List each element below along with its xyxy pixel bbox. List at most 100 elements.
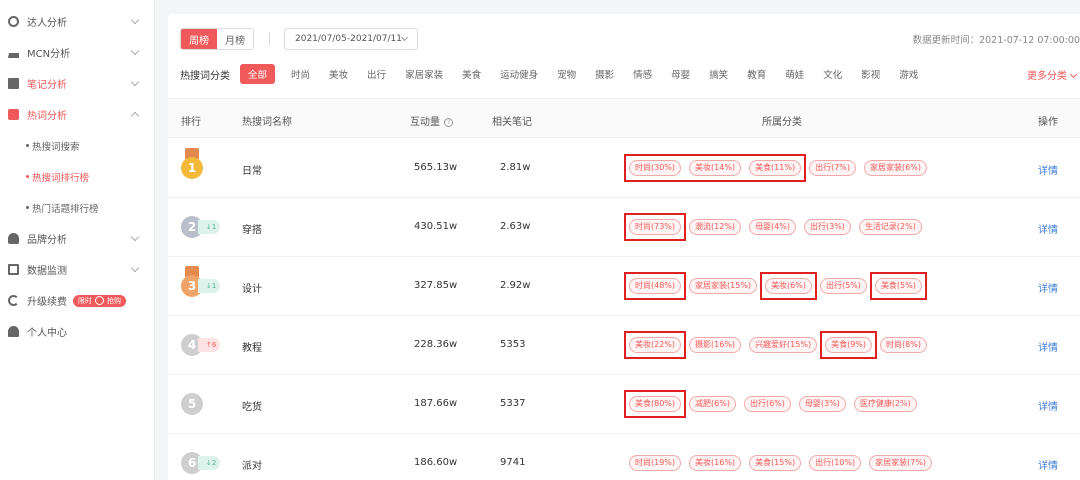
main-panel: 周榜 月榜 2021/07/05-2021/07/11 数据更新时间：2021-… — [168, 14, 1080, 480]
sidebar: 达人分析 MCN分析 笔记分析 热词分析 热搜词搜索 热搜词排行榜 热门话题排行… — [0, 0, 155, 480]
nav-item-upgrade[interactable]: 升级续费 限时 抢购 — [0, 285, 154, 316]
category-filter: 热搜词分类 全部 时尚 美妆 出行 家居家装 美食 运动健身 宠物 摄影 情感 … — [180, 64, 1080, 84]
category-item[interactable]: 出行 — [367, 67, 386, 81]
more-categories-button[interactable]: 更多分类 — [1027, 67, 1078, 82]
detail-link[interactable]: 详情 — [1038, 457, 1058, 472]
nav-label: 品牌分析 — [27, 235, 67, 246]
promo-badge[interactable]: 限时 抢购 — [73, 294, 126, 307]
category-item[interactable]: 影视 — [861, 67, 880, 81]
nav-item-notes[interactable]: 笔记分析 — [0, 68, 154, 99]
divider — [269, 32, 270, 46]
detail-link[interactable]: 详情 — [1038, 162, 1058, 177]
promo-right: 抢购 — [107, 296, 121, 305]
detail-link[interactable]: 详情 — [1038, 339, 1058, 354]
nav-label: 热词分析 — [27, 111, 67, 122]
chevron-down-icon — [130, 46, 140, 56]
filter-bar: 周榜 月榜 2021/07/05-2021/07/11 数据更新时间：2021-… — [180, 28, 1080, 50]
category-tag: 兴趣爱好(15%) — [749, 337, 818, 353]
highlight-box — [624, 331, 687, 359]
hotword-name: 教程 — [242, 343, 262, 354]
detail-link[interactable]: 详情 — [1038, 221, 1058, 236]
sub-item-hotword-ranking[interactable]: 热搜词排行榜 — [0, 161, 154, 192]
category-tag: 家居家装(7%) — [869, 455, 933, 471]
nav-item-hotwords[interactable]: 热词分析 — [0, 99, 154, 130]
rank-change: ↓1 — [198, 279, 221, 293]
category-tag: 时尚(8%) — [880, 337, 927, 353]
detail-link[interactable]: 详情 — [1038, 280, 1058, 295]
date-range-select[interactable]: 2021/07/05-2021/07/11 — [284, 28, 418, 50]
sub-item-label: 热搜词排行榜 — [32, 172, 90, 184]
user-icon — [8, 326, 19, 337]
category-item[interactable]: 游戏 — [899, 67, 918, 81]
category-tag: 出行(10%) — [809, 455, 862, 471]
interaction-count: 565.13w — [414, 162, 458, 173]
nav-item-profile[interactable]: 个人中心 — [0, 316, 154, 347]
category-item[interactable]: 搞笑 — [709, 67, 728, 81]
nav-item-mcn[interactable]: MCN分析 — [0, 37, 154, 68]
category-item[interactable]: 萌娃 — [785, 67, 804, 81]
rank-badge: 1 — [181, 157, 203, 179]
table-header: 排行 热搜词名称 互动量? 相关笔记 所属分类 操作 — [168, 98, 1080, 138]
sub-item-label: 热搜词搜索 — [32, 141, 80, 153]
highlight-box — [624, 154, 807, 182]
highlight-box — [869, 272, 927, 300]
chevron-down-icon — [400, 33, 409, 42]
table-row: 4 ↑6 教程 228.36w 5353 美妆(22%) 摄影(16%) 兴趣爱好(15%) 美… — [168, 316, 1080, 375]
brand-icon — [8, 233, 19, 244]
rank-change: ↓2 — [198, 456, 221, 470]
table-row: 3 ↓1 设计 327.85w 2.92w 时尚(48%) 家居家装(15%) 美妆(6%) 出… — [168, 257, 1080, 316]
bullet-icon — [26, 175, 29, 178]
category-all[interactable]: 全部 — [240, 64, 276, 84]
interaction-count: 430.51w — [414, 221, 458, 232]
table-row: 6 ↓2 派对 186.60w 9741 时尚(19%) 美妆(16%) 美食(15%) 出行(… — [168, 434, 1080, 480]
category-item[interactable]: 美食 — [462, 67, 481, 81]
sub-item-topic-ranking[interactable]: 热门话题排行榜 — [0, 192, 154, 223]
interaction-count: 228.36w — [414, 339, 458, 350]
category-item[interactable]: 宠物 — [557, 67, 576, 81]
fire-icon — [8, 109, 19, 120]
category-tag: 美妆(16%) — [689, 455, 742, 471]
category-item[interactable]: 运动健身 — [500, 67, 538, 81]
category-tag: 摄影(16%) — [689, 337, 742, 353]
header-rank: 排行 — [181, 117, 201, 128]
category-tag: 出行(7%) — [809, 160, 857, 176]
category-tag: 出行(5%) — [820, 278, 867, 294]
category-item[interactable]: 情感 — [633, 67, 652, 81]
category-item[interactable]: 母婴 — [671, 67, 690, 81]
header-action: 操作 — [1038, 117, 1058, 128]
interaction-count: 327.85w — [414, 280, 458, 291]
category-item[interactable]: 家居家装 — [405, 67, 443, 81]
sub-item-hotword-search[interactable]: 热搜词搜索 — [0, 130, 154, 161]
highlight-box — [820, 331, 878, 359]
detail-link[interactable]: 详情 — [1038, 398, 1058, 413]
header-notes: 相关笔记 — [492, 117, 532, 128]
category-item[interactable]: 时尚 — [291, 67, 310, 81]
category-tags: 时尚(19%) 美妆(16%) 美食(15%) 出行(10%) 家居家装(7%) — [629, 455, 940, 471]
nav-item-monitor[interactable]: 数据监测 — [0, 254, 154, 285]
period-toggle: 周榜 月榜 — [180, 28, 254, 50]
rank-badge: 5 — [181, 393, 203, 415]
update-time: 数据更新时间：2021-07-12 07:00:00 — [912, 35, 1080, 46]
monitor-icon — [8, 264, 19, 275]
category-item[interactable]: 文化 — [823, 67, 842, 81]
rank-change: ↓1 — [198, 220, 221, 234]
tab-monthly[interactable]: 月榜 — [217, 29, 253, 49]
clock-icon — [95, 296, 104, 305]
nav-item-brand[interactable]: 品牌分析 — [0, 223, 154, 254]
category-tag: 母婴(4%) — [749, 219, 796, 235]
interaction-count: 186.60w — [414, 457, 458, 468]
chevron-down-icon — [130, 232, 140, 242]
category-item[interactable]: 教育 — [747, 67, 766, 81]
help-icon[interactable]: ? — [444, 118, 453, 127]
highlight-box — [624, 213, 687, 241]
category-item[interactable]: 美妆 — [329, 67, 348, 81]
tab-weekly[interactable]: 周榜 — [181, 29, 217, 49]
category-item[interactable]: 摄影 — [595, 67, 614, 81]
category-tag: 潮流(12%) — [689, 219, 742, 235]
hotword-name: 吃货 — [242, 402, 262, 413]
category-tag: 时尚(19%) — [629, 455, 682, 471]
more-categories-label: 更多分类 — [1027, 71, 1067, 82]
note-count: 2.81w — [500, 162, 531, 173]
nav-item-influencer[interactable]: 达人分析 — [0, 6, 154, 37]
nav-label: 升级续费 — [27, 297, 67, 308]
